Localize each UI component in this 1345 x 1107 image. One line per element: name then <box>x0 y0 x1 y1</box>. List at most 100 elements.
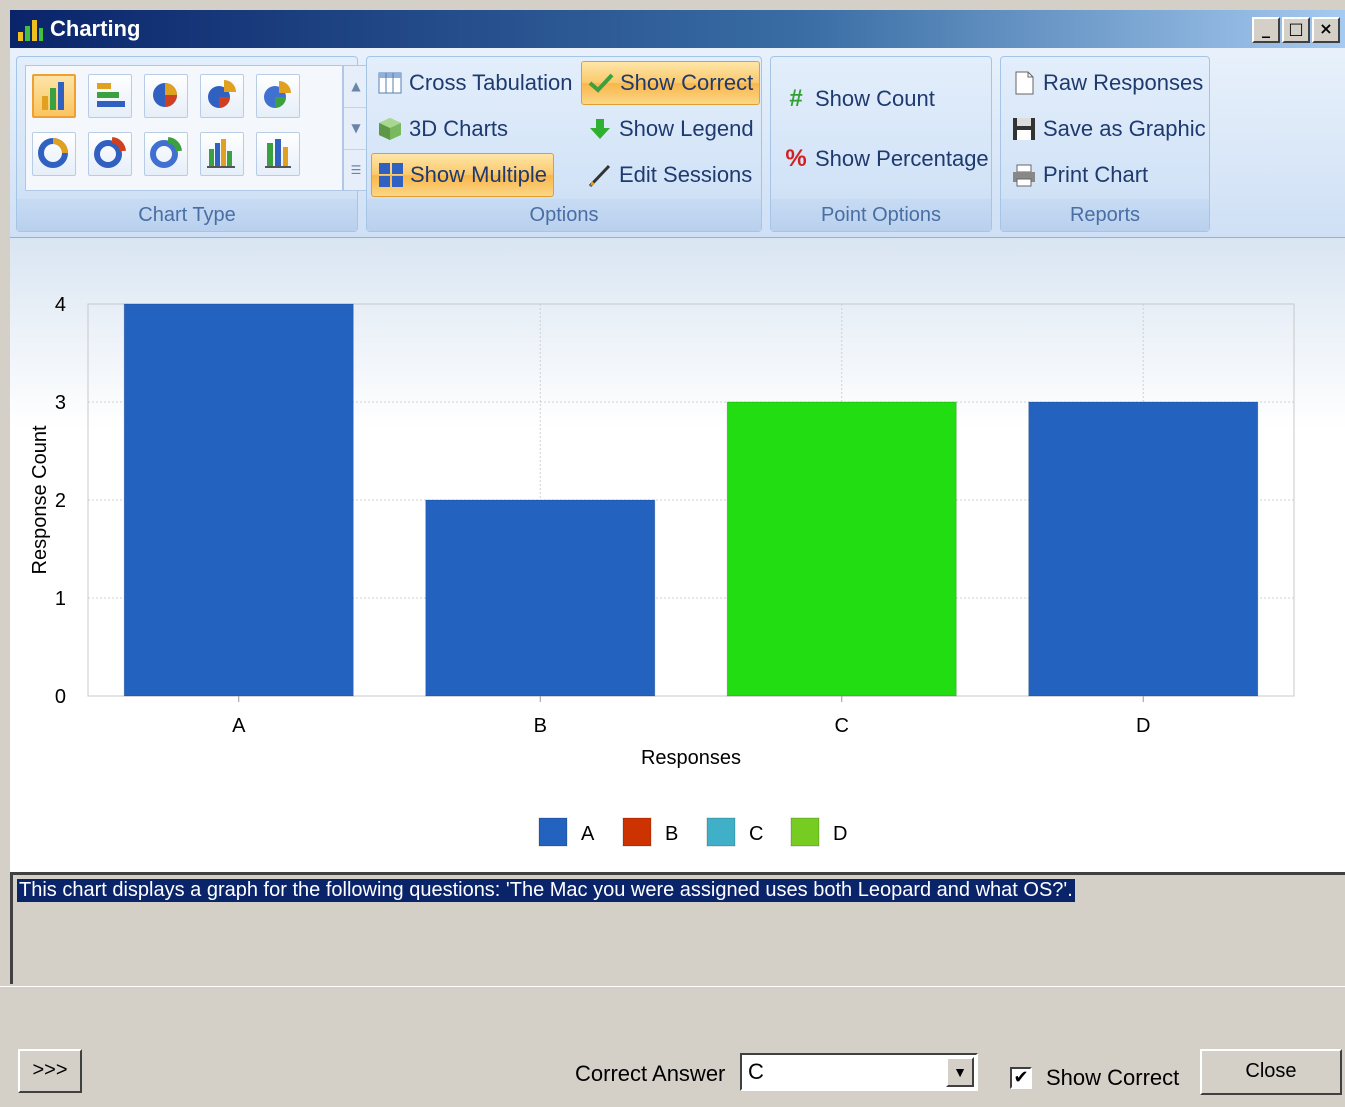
options-group-label: Options <box>367 199 761 231</box>
exploded-pie-type-button[interactable] <box>200 74 244 118</box>
legend-swatch-d <box>790 817 820 847</box>
charting-window: Charting _ □ × ▲ ▼ ☰ Chart Type Cross Ta… <box>0 0 1345 1107</box>
column-chart-type-button[interactable] <box>32 74 76 118</box>
chart-area: 0 1 2 3 4 A B C D Response Count Responses A B C D <box>10 238 1345 872</box>
title-bar[interactable]: Charting _ □ × <box>10 10 1345 48</box>
ribbon: ▲ ▼ ☰ Chart Type Cross Tabulation Show C… <box>10 48 1345 238</box>
legend-swatch-a <box>538 817 568 847</box>
show-correct-ribbon-label: Show Correct <box>620 70 754 95</box>
x-axis-ticks: A B C D <box>232 696 1150 737</box>
stacked-column-type-button[interactable] <box>200 132 244 176</box>
y-axis-label: Response Count <box>29 425 51 574</box>
x-tick-label: B <box>534 715 547 737</box>
column-3d-icon <box>265 139 291 168</box>
bar-b[interactable] <box>425 499 656 697</box>
chart-bars <box>123 303 1259 697</box>
chart-legend: A B C D <box>538 817 847 847</box>
edit-sessions-button[interactable]: Edit Sessions <box>581 155 758 195</box>
show-percentage-button[interactable]: % Show Percentage <box>777 139 995 179</box>
reports-group: Raw Responses Save as Graphic Print Char… <box>1000 56 1210 232</box>
column-3d-type-button[interactable] <box>256 132 300 176</box>
correct-answer-select[interactable]: C ▼ <box>740 1053 978 1091</box>
hash-icon: # <box>789 85 803 112</box>
doughnut-icon <box>38 138 68 168</box>
y-tick-label: 1 <box>55 588 66 610</box>
down-arrow-icon <box>590 119 610 139</box>
floppy-disk-icon <box>1013 118 1035 140</box>
edit-sessions-label: Edit Sessions <box>619 162 753 187</box>
print-chart-button[interactable]: Print Chart <box>1005 155 1154 195</box>
bar-d[interactable] <box>1028 401 1259 697</box>
bar-chart-icon <box>18 20 43 41</box>
point-options-group: # Show Count % Show Percentage Point Opt… <box>770 56 992 232</box>
gallery-scroll-up-icon[interactable]: ▲ <box>344 66 368 108</box>
show-percentage-label: Show Percentage <box>815 146 989 171</box>
legend-label-d: D <box>833 823 847 845</box>
y-tick-label: 0 <box>55 686 66 708</box>
y-tick-label: 2 <box>55 490 66 512</box>
y-tick-label: 3 <box>55 392 66 414</box>
x-tick-label: A <box>232 715 246 737</box>
show-multiple-toggle[interactable]: Show Multiple <box>371 153 554 197</box>
bar-c[interactable] <box>726 401 957 697</box>
pie-chart-type-button[interactable] <box>144 74 188 118</box>
pie-chart-icon <box>153 83 177 107</box>
cube-icon <box>379 118 401 140</box>
window-title: Charting <box>50 16 141 41</box>
gallery-scroll-down-icon[interactable]: ▼ <box>344 108 368 150</box>
x-tick-label: D <box>1136 715 1150 737</box>
column-chart-icon <box>42 82 64 110</box>
show-legend-button[interactable]: Show Legend <box>581 109 760 149</box>
maximize-button[interactable]: □ <box>1282 17 1310 43</box>
x-tick-label: C <box>835 715 849 737</box>
chart-type-group: ▲ ▼ ☰ Chart Type <box>16 56 369 232</box>
legend-swatch-c <box>706 817 736 847</box>
chart-description-box[interactable]: This chart displays a graph for the foll… <box>10 872 1345 984</box>
dropdown-arrow-icon[interactable]: ▼ <box>946 1057 974 1087</box>
show-correct-toggle[interactable]: Show Correct <box>581 61 761 105</box>
checkmark-icon <box>588 73 614 93</box>
minimize-button[interactable]: _ <box>1252 17 1280 43</box>
show-correct-checkbox[interactable]: ✔ <box>1010 1067 1032 1089</box>
raw-responses-button[interactable]: Raw Responses <box>1005 63 1209 103</box>
horizontal-bar-icon <box>97 83 125 107</box>
bar-chart-type-button[interactable] <box>88 74 132 118</box>
doughnut-3d-type-button[interactable] <box>144 132 188 176</box>
pen-icon <box>588 164 611 188</box>
gallery-more-icon[interactable]: ☰ <box>344 150 368 192</box>
show-count-label: Show Count <box>815 86 935 111</box>
percent-icon: % <box>785 145 807 172</box>
exploded-pie-icon <box>208 80 236 108</box>
save-as-graphic-label: Save as Graphic <box>1043 116 1206 141</box>
close-button[interactable]: Close <box>1200 1049 1342 1095</box>
correct-answer-label: Correct Answer <box>575 1061 726 1086</box>
legend-label-b: B <box>665 823 678 845</box>
cross-tabulation-button[interactable]: Cross Tabulation <box>371 63 578 103</box>
close-window-button[interactable]: × <box>1312 17 1340 43</box>
reports-group-label: Reports <box>1001 199 1209 231</box>
options-group: Cross Tabulation Show Correct 3D Charts … <box>366 56 762 232</box>
stacked-column-icon <box>207 139 235 168</box>
x-axis-label: Responses <box>641 747 741 769</box>
bar-a[interactable] <box>123 303 354 697</box>
exploded-doughnut-type-button[interactable] <box>88 132 132 176</box>
pie-3d-icon <box>264 81 291 108</box>
table-icon <box>378 72 402 94</box>
show-multiple-label: Show Multiple <box>410 162 547 187</box>
print-chart-label: Print Chart <box>1043 162 1149 187</box>
show-correct-checkbox-label[interactable]: Show Correct <box>1046 1065 1179 1091</box>
expand-button[interactable]: >>> <box>18 1049 82 1093</box>
legend-label-a: A <box>581 823 595 845</box>
pie-3d-type-button[interactable] <box>256 74 300 118</box>
3d-charts-button[interactable]: 3D Charts <box>371 109 514 149</box>
save-as-graphic-button[interactable]: Save as Graphic <box>1005 109 1212 149</box>
chart-description-text[interactable]: This chart displays a graph for the foll… <box>17 879 1075 902</box>
doughnut-type-button[interactable] <box>32 132 76 176</box>
legend-swatch-b <box>622 817 652 847</box>
doughnut-3d-icon <box>150 137 182 168</box>
bottom-bar: >>> Correct Answer C ▼ ✔ Show Correct Cl… <box>0 986 1345 1107</box>
raw-responses-label: Raw Responses <box>1043 70 1204 95</box>
y-axis-ticks: 0 1 2 3 4 <box>55 294 66 708</box>
show-count-button[interactable]: # Show Count <box>777 79 941 119</box>
cross-tabulation-label: Cross Tabulation <box>409 70 573 95</box>
